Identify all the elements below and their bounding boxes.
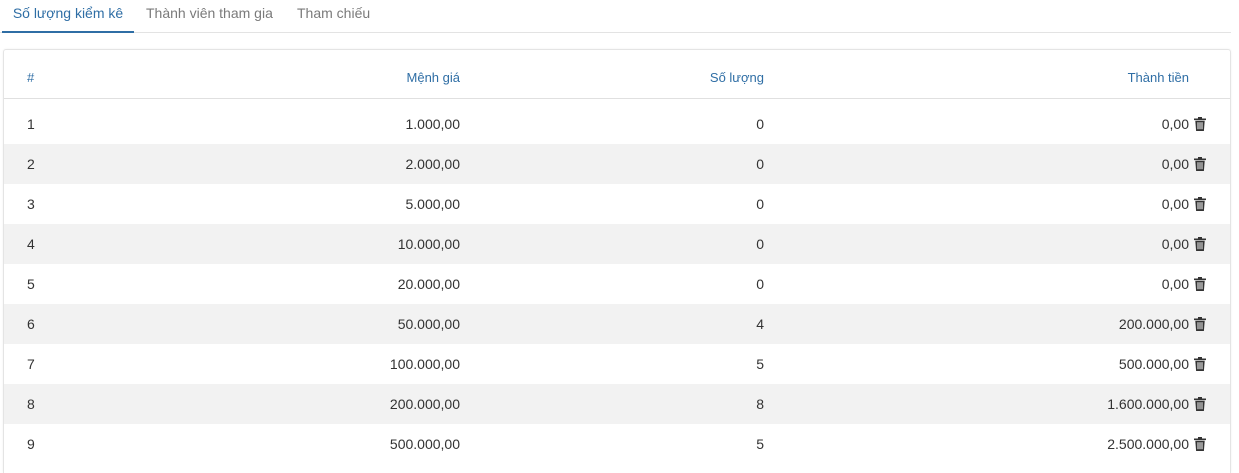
row-index: 9 [27, 436, 35, 452]
row-denomination: 500.000,00 [389, 436, 460, 452]
row-quantity[interactable]: 4 [564, 304, 764, 344]
row-quantity[interactable]: 0 [564, 184, 764, 224]
row-total: 0,00 [1161, 236, 1189, 252]
row-denomination: 2.000,00 [405, 156, 461, 172]
row-quantity[interactable]: 0 [564, 104, 764, 144]
header-index: # [27, 70, 35, 85]
trash-icon[interactable] [1194, 277, 1206, 291]
table-row: 8 200.000,00 8 1.600.000,00 [4, 384, 1230, 424]
tab-inventory-quantity[interactable]: Số lượng kiểm kê [2, 0, 134, 33]
tab-participants[interactable]: Thành viên tham gia [146, 0, 273, 32]
row-denomination: 10.000,00 [397, 236, 460, 252]
tab-reference[interactable]: Tham chiếu [297, 0, 370, 32]
row-total: 200.000,00 [1118, 316, 1189, 332]
trash-icon[interactable] [1194, 437, 1206, 451]
row-denomination: 20.000,00 [397, 276, 460, 292]
row-index: 1 [27, 116, 35, 132]
row-quantity[interactable]: 0 [564, 264, 764, 304]
row-index: 3 [27, 196, 35, 212]
trash-icon[interactable] [1194, 157, 1206, 171]
trash-icon[interactable] [1194, 237, 1206, 251]
row-index: 8 [27, 396, 35, 412]
row-index: 4 [27, 236, 35, 252]
table-row: 7 100.000,00 5 500.000,00 [4, 344, 1230, 384]
row-index: 6 [27, 316, 35, 332]
row-denomination: 200.000,00 [389, 396, 460, 412]
header-denomination: Mệnh giá [406, 70, 460, 85]
row-quantity[interactable]: 0 [564, 224, 764, 264]
row-denomination: 100.000,00 [389, 356, 460, 372]
row-quantity[interactable]: 0 [564, 144, 764, 184]
row-total: 0,00 [1161, 116, 1189, 132]
trash-icon[interactable] [1194, 117, 1206, 131]
trash-icon[interactable] [1194, 317, 1206, 331]
table-row: 1 1.000,00 0 0,00 [4, 104, 1230, 144]
row-index: 2 [27, 156, 35, 172]
table-row: 4 10.000,00 0 0,00 [4, 224, 1230, 264]
trash-icon[interactable] [1194, 397, 1206, 411]
tab-bar: Số lượng kiểm kê Thành viên tham gia Tha… [0, 0, 1231, 33]
row-quantity[interactable]: 8 [564, 384, 764, 424]
trash-icon[interactable] [1194, 197, 1206, 211]
header-quantity: Số lượng [709, 70, 764, 85]
row-quantity[interactable]: 5 [564, 424, 764, 464]
trash-icon[interactable] [1194, 357, 1206, 371]
table-row: 3 5.000,00 0 0,00 [4, 184, 1230, 224]
row-denomination: 50.000,00 [397, 316, 460, 332]
row-index: 7 [27, 356, 35, 372]
row-total: 0,00 [1161, 196, 1189, 212]
row-total: 2.500.000,00 [1107, 436, 1189, 452]
row-quantity[interactable]: 5 [564, 344, 764, 384]
table-header: # Mệnh giá Số lượng Thành tiền [4, 50, 1230, 99]
table-row: 5 20.000,00 0 0,00 [4, 264, 1230, 304]
row-total: 0,00 [1161, 156, 1189, 172]
row-total: 0,00 [1161, 276, 1189, 292]
row-denomination: 1.000,00 [405, 116, 461, 132]
header-total: Thành tiền [1127, 70, 1189, 85]
denomination-table: # Mệnh giá Số lượng Thành tiền 1 1.000,0… [3, 49, 1231, 473]
row-denomination: 5.000,00 [405, 196, 461, 212]
table-row: 2 2.000,00 0 0,00 [4, 144, 1230, 184]
row-total: 1.600.000,00 [1107, 396, 1189, 412]
row-index: 5 [27, 276, 35, 292]
row-total: 500.000,00 [1118, 356, 1189, 372]
table-row: 6 50.000,00 4 200.000,00 [4, 304, 1230, 344]
table-row: 9 500.000,00 5 2.500.000,00 [4, 424, 1230, 464]
